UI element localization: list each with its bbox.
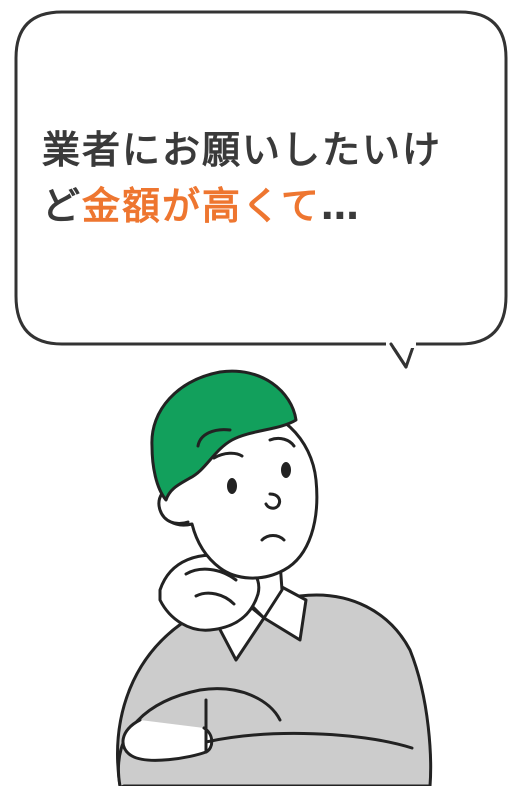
speech-line-2-prefix: ど — [42, 184, 83, 228]
speech-line-2-suffix: … — [320, 184, 361, 228]
illustration-scene: 業者にお願いしたいけ ど金額が高くて… — [0, 0, 520, 788]
illustration-svg — [14, 10, 508, 788]
speech-line-1: 業者にお願いしたいけ — [42, 128, 443, 172]
speech-bubble-text: 業者にお願いしたいけ ど金額が高くて… — [42, 122, 482, 234]
thinking-man-icon — [116, 369, 433, 788]
speech-line-2: ど金額が高くて… — [42, 178, 482, 234]
speech-highlight-text: 金額が高くて — [82, 184, 321, 228]
